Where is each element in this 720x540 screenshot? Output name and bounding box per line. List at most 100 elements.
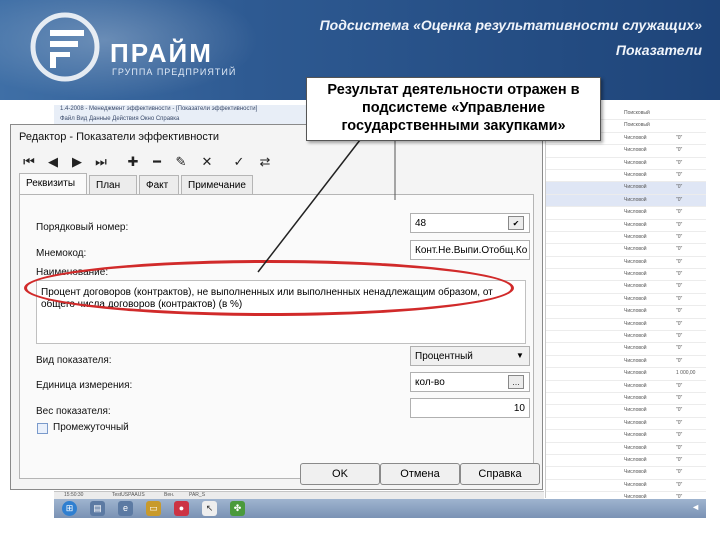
list-item-unit: "0" (676, 246, 683, 253)
list-item[interactable]: Числовой "0" (546, 145, 706, 158)
weight-field[interactable]: 10 (410, 398, 530, 418)
tray-icon[interactable]: ◄ (691, 502, 700, 512)
chrome-icon[interactable]: ● (174, 501, 189, 516)
order-confirm-icon[interactable]: ✔ (508, 216, 524, 230)
app-icon[interactable]: ✤ (230, 501, 245, 516)
add-icon[interactable]: ✚ (123, 152, 143, 172)
refresh-icon[interactable]: ⇄ (255, 152, 275, 172)
list-item-type: Числовой (624, 184, 647, 191)
list-item-type: Числовой (624, 394, 647, 401)
list-item-unit: "0" (676, 221, 683, 228)
list-item[interactable]: Числовой "0" (546, 306, 706, 319)
list-item-unit: "0" (676, 407, 683, 414)
brand-subtitle: ГРУППА ПРЕДПРИЯТИЙ (112, 67, 237, 77)
first-icon[interactable]: ⏮ (19, 152, 39, 172)
list-item[interactable]: Числовой "0" (546, 244, 706, 257)
list-item-unit: "0" (676, 171, 683, 178)
list-item[interactable]: Числовой "0" (546, 443, 706, 455)
list-item[interactable]: Числовой "0" (546, 331, 706, 344)
list-item-type: Числовой (624, 271, 647, 278)
ok-button[interactable]: OK (300, 463, 380, 485)
mnemocode-field[interactable]: Конт.Не.Выпи.Отобщ.Ко (410, 240, 530, 260)
unit-lookup-button[interactable]: … (508, 375, 524, 389)
next-icon[interactable]: ▶ (67, 152, 87, 172)
type-label: Вид показателя: (36, 355, 112, 366)
list-item-unit: "0" (676, 456, 683, 463)
status-time: 15:50:30 (64, 492, 84, 498)
mnemo-label: Мнемокод: (36, 248, 87, 259)
list-item[interactable]: Числовой "0" (546, 381, 706, 393)
parent-app-title: 1.4-2008 - Менеджмент эффективности - [П… (60, 106, 258, 112)
list-item[interactable]: Числовой "0" (546, 232, 706, 245)
requisites-panel: Порядковый номер: 48 ✔ Мнемокод: Конт.Не… (19, 194, 534, 479)
edit-icon[interactable]: ✎ (171, 152, 191, 172)
toolbar: ⏮ ◀ ▶ ⏭ ✚ ━ ✎ ✕ ✓ ⇄ (11, 150, 542, 174)
list-item[interactable]: Числовой "0" (546, 269, 706, 282)
list-item[interactable]: Числовой "0" (546, 220, 706, 232)
cancel-button[interactable]: Отмена (380, 463, 460, 485)
list-item[interactable]: Числовой "0" (546, 480, 706, 493)
tab-note[interactable]: Примечание (181, 175, 253, 194)
list-item[interactable]: Числовой "0" (546, 170, 706, 183)
list-item-type: Числовой (624, 147, 647, 154)
cancel-icon[interactable]: ✕ (197, 152, 217, 172)
list-item[interactable]: Числовой "0" (546, 343, 706, 356)
chevron-down-icon[interactable]: ▼ (516, 351, 524, 360)
prev-icon[interactable]: ◀ (43, 152, 63, 172)
list-item[interactable]: Числовой "0" (546, 467, 706, 480)
list-item-unit: "0" (676, 345, 683, 352)
list-item-unit: "0" (676, 469, 683, 476)
list-item-type: Числовой (624, 308, 647, 315)
list-item-unit: "0" (676, 209, 683, 216)
background-list: Поисковый Поисковый Числовой "0" Числовой "0"… (545, 108, 706, 498)
intermediate-checkbox[interactable] (37, 423, 48, 434)
explorer-icon[interactable]: ▤ (90, 501, 105, 516)
list-item[interactable]: Числовой 1 000,00 (546, 368, 706, 381)
list-item-type: Числовой (624, 345, 647, 352)
list-item[interactable]: Числовой "0" (546, 393, 706, 406)
list-item[interactable]: Числовой "0" (546, 418, 706, 431)
list-item-type: Числовой (624, 469, 647, 476)
list-item-type: Числовой (624, 283, 647, 290)
parent-app-menu[interactable]: Файл Вид Данные Действия Окно Справка (60, 116, 179, 122)
delete-icon[interactable]: ━ (147, 152, 167, 172)
list-item[interactable]: Числовой "0" (546, 257, 706, 270)
list-item[interactable]: Числовой "0" (546, 281, 706, 294)
help-button[interactable]: Справка (460, 463, 540, 485)
list-item-unit: "0" (676, 159, 683, 166)
tab-requisites[interactable]: Реквизиты (19, 173, 87, 194)
list-item-unit: "0" (676, 283, 683, 290)
start-icon[interactable]: ⊞ (62, 501, 77, 516)
list-item[interactable]: Числовой "0" (546, 207, 706, 220)
ie-icon[interactable]: e (118, 501, 133, 516)
list-item-type: Числовой (624, 419, 647, 426)
list-item-type: Числовой (624, 382, 647, 389)
last-icon[interactable]: ⏭ (91, 152, 111, 172)
list-item[interactable]: Числовой "0" (546, 294, 706, 307)
list-item[interactable]: Числовой "0" (546, 356, 706, 369)
list-item-unit: "0" (676, 308, 683, 315)
list-item-unit: "0" (676, 196, 683, 203)
list-item-unit: "0" (676, 357, 683, 364)
list-item[interactable]: Числовой "0" (546, 182, 706, 195)
list-item-type: Числовой (624, 134, 647, 141)
cursor-icon[interactable]: ↖ (202, 501, 217, 516)
list-item-unit: "0" (676, 382, 683, 389)
list-item[interactable]: Числовой "0" (546, 455, 706, 468)
type-select[interactable]: Процентный (410, 346, 530, 366)
taskbar: ⊞ ▤ e ▭ ● ↖ ✤ ◄ (54, 499, 706, 518)
confirm-icon[interactable]: ✓ (229, 152, 249, 172)
folder-icon[interactable]: ▭ (146, 501, 161, 516)
tab-plan[interactable]: План (89, 175, 137, 194)
list-item-type: Числовой (624, 258, 647, 265)
list-item-type: Числовой (624, 246, 647, 253)
list-item-type: Числовой (624, 221, 647, 228)
list-item[interactable]: Числовой "0" (546, 492, 706, 498)
list-item[interactable]: Числовой "0" (546, 319, 706, 332)
tab-fact[interactable]: Факт (139, 175, 179, 194)
list-item[interactable]: Числовой "0" (546, 194, 706, 208)
unit-label: Единица измерения: (36, 380, 133, 391)
list-item[interactable]: Числовой "0" (546, 430, 706, 443)
list-item[interactable]: Числовой "0" (546, 158, 706, 170)
list-item[interactable]: Числовой "0" (546, 405, 706, 418)
